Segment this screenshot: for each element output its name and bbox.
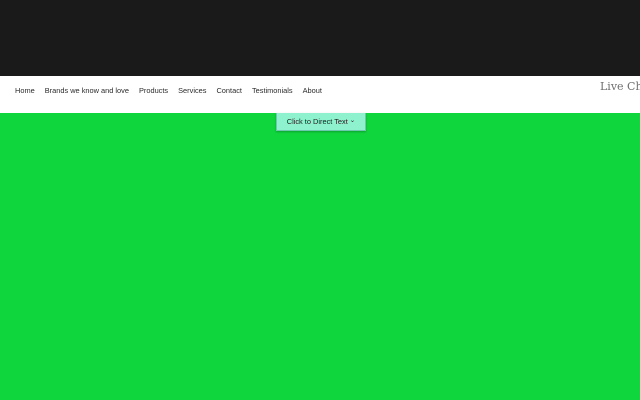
chevron-down-icon: ⌄ xyxy=(349,117,356,125)
header-band xyxy=(0,0,640,76)
direct-text-label: Click to Direct Text xyxy=(286,117,348,126)
main-content-area xyxy=(0,113,640,400)
nav-item-brands[interactable]: Brands we know and love xyxy=(45,87,129,95)
nav-item-about[interactable]: About xyxy=(303,87,322,95)
page: Home Brands we know and love Products Se… xyxy=(0,0,640,400)
live-chat-link[interactable]: Live Chat xyxy=(600,80,640,93)
nav-item-testimonials[interactable]: Testimonials xyxy=(252,87,293,95)
nav-item-contact[interactable]: Contact xyxy=(216,87,241,95)
nav-menu: Home Brands we know and love Products Se… xyxy=(15,76,332,106)
nav-item-services[interactable]: Services xyxy=(178,87,206,95)
direct-text-button[interactable]: Click to Direct Text ⌄ xyxy=(276,113,366,131)
nav-item-products[interactable]: Products xyxy=(139,87,168,95)
site-navbar: Home Brands we know and love Products Se… xyxy=(0,76,640,114)
nav-item-home[interactable]: Home xyxy=(15,87,35,95)
